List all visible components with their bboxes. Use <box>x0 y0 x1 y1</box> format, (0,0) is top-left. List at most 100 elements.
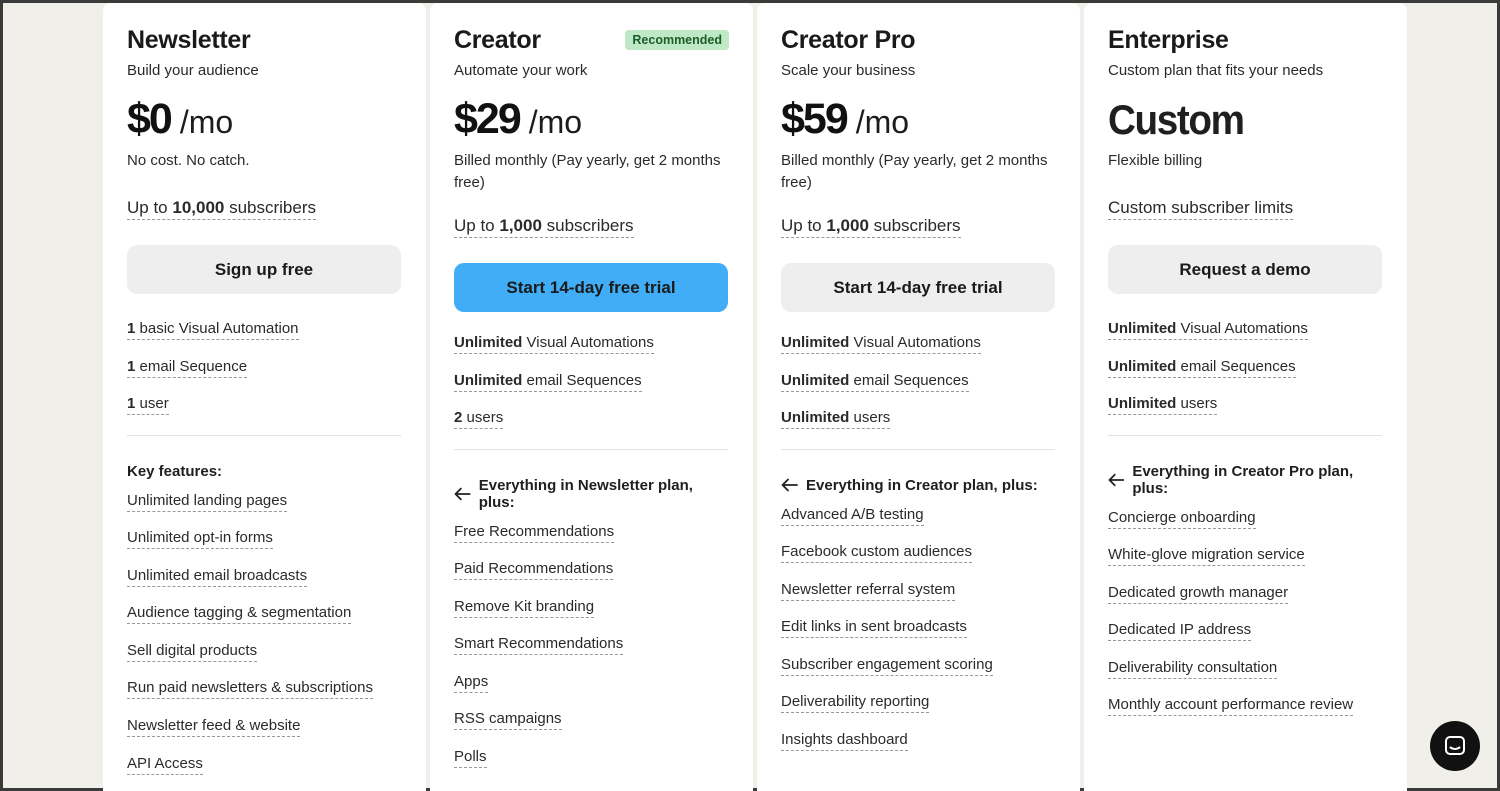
arrow-left-icon <box>1108 473 1125 486</box>
limit-item[interactable]: 1 basic Visual Automation <box>127 320 402 358</box>
feature-item[interactable]: Smart Recommendations <box>454 635 729 673</box>
feature-item[interactable]: Advanced A/B testing <box>781 505 1056 544</box>
feature-text: Edit links in sent broadcasts <box>781 618 967 639</box>
feature-item[interactable]: RSS campaigns <box>454 710 729 748</box>
start-trial-button[interactable]: Start 14-day free trial <box>781 263 1055 312</box>
feature-item[interactable]: Audience tagging & segmentation <box>127 604 402 642</box>
plan-price: Custom <box>1108 96 1245 143</box>
subscriber-limit[interactable]: Up to 1,000 subscribers <box>454 216 634 238</box>
plan-card-enterprise: Enterprise Custom plan that fits your ne… <box>1084 3 1407 791</box>
billing-note: No cost. No catch. <box>127 152 250 169</box>
subscriber-limit[interactable]: Custom subscriber limits <box>1108 198 1294 220</box>
feature-item[interactable]: Unlimited email broadcasts <box>127 566 402 605</box>
limit-text: Visual Automations <box>849 334 981 351</box>
divider <box>127 434 401 436</box>
limit-item[interactable]: Unlimited email Sequences <box>454 371 729 410</box>
limit-bold: Unlimited <box>781 371 850 389</box>
feature-item[interactable]: Monthly account performance review <box>1108 696 1383 734</box>
plan-tagline: Custom plan that fits your needs <box>1108 62 1324 79</box>
limit-text: basic Visual Automation <box>135 320 299 337</box>
chat-launcher-button[interactable] <box>1430 721 1480 771</box>
plan-tagline: Automate your work <box>454 62 588 79</box>
feature-item[interactable]: Facebook custom audiences <box>781 543 1056 581</box>
limit-item[interactable]: Unlimited Visual Automations <box>1108 320 1383 358</box>
arrow-left-icon <box>454 487 471 500</box>
feature-item[interactable]: Subscriber engagement scoring <box>781 655 1056 694</box>
limit-bold: Unlimited <box>454 334 523 351</box>
limit-text: email Sequence <box>135 357 248 375</box>
subscriber-limit[interactable]: Up to 1,000 subscribers <box>781 216 961 238</box>
feature-text: Subscriber engagement scoring <box>781 655 993 676</box>
feature-item[interactable]: Unlimited landing pages <box>127 491 402 530</box>
feature-text: Paid Recommendations <box>454 560 614 581</box>
limit-item[interactable]: 1 email Sequence <box>127 357 402 396</box>
limit-item[interactable]: Unlimited Visual Automations <box>781 334 1056 372</box>
sign-up-free-button[interactable]: Sign up free <box>127 245 401 294</box>
feature-text: Polls <box>454 748 487 769</box>
feature-item[interactable]: Concierge onboarding <box>1108 508 1383 547</box>
feature-text: Facebook custom audiences <box>781 543 972 564</box>
limit-bold: Unlimited <box>781 409 850 426</box>
request-demo-button[interactable]: Request a demo <box>1108 245 1382 294</box>
limit-bold: Unlimited <box>781 334 850 351</box>
limit-item[interactable]: 2 users <box>454 409 729 447</box>
subscriber-limit[interactable]: Up to 10,000 subscribers <box>127 198 316 220</box>
feature-text: RSS campaigns <box>454 710 562 731</box>
feature-item[interactable]: Sell digital products <box>127 641 402 680</box>
feature-item[interactable]: Free Recommendations <box>454 522 729 561</box>
feature-item[interactable]: Edit links in sent broadcasts <box>781 618 1056 656</box>
billing-note: Billed monthly (Pay yearly, get 2 months… <box>454 152 721 191</box>
subscriber-limit-suffix: subscribers <box>541 216 634 235</box>
billing-note: Flexible billing <box>1108 152 1203 169</box>
limit-item[interactable]: Unlimited email Sequences <box>1108 357 1383 396</box>
limit-item[interactable]: Unlimited users <box>1108 395 1383 433</box>
limit-item[interactable]: Unlimited users <box>781 409 1056 447</box>
feature-item[interactable]: Newsletter feed & website <box>127 717 402 755</box>
limit-item[interactable]: Unlimited Visual Automations <box>454 334 729 372</box>
feature-item[interactable]: Dedicated growth manager <box>1108 583 1383 622</box>
feature-text: Dedicated growth manager <box>1108 583 1289 604</box>
limit-text: email Sequences <box>1176 357 1296 375</box>
feature-item[interactable]: Insights dashboard <box>781 731 1056 769</box>
feature-text: Run paid newsletters & subscriptions <box>127 679 373 700</box>
feature-item[interactable]: Unlimited opt-in forms <box>127 529 402 567</box>
feature-text: Newsletter feed & website <box>127 717 301 738</box>
divider <box>781 448 1055 450</box>
features-heading: Everything in Creator Pro plan, plus: <box>1108 463 1383 497</box>
feature-item[interactable]: Deliverability reporting <box>781 693 1056 731</box>
feature-item[interactable]: Polls <box>454 748 729 786</box>
subscriber-limit-prefix: Up to <box>127 198 173 217</box>
feature-item[interactable]: Remove Kit branding <box>454 597 729 636</box>
feature-item[interactable]: API Access <box>127 754 402 791</box>
feature-text: Advanced A/B testing <box>781 505 924 526</box>
feature-item[interactable]: Deliverability consultation <box>1108 658 1383 697</box>
limit-text: user <box>135 395 169 412</box>
limit-item[interactable]: 1 user <box>127 395 402 433</box>
plan-card-creator-pro: Creator Pro Scale your business $59 /mo … <box>757 3 1080 791</box>
limit-bold: Unlimited <box>454 371 523 389</box>
feature-item[interactable]: Run paid newsletters & subscriptions <box>127 679 402 717</box>
feature-item[interactable]: Paid Recommendations <box>454 560 729 598</box>
plan-price: $29 <box>454 95 522 143</box>
divider <box>1108 434 1382 436</box>
plan-name: Creator <box>454 26 541 54</box>
plan-name: Newsletter <box>127 26 251 54</box>
features-heading: Key features: <box>127 463 402 480</box>
limit-text: users <box>1176 395 1218 412</box>
feature-item[interactable]: Dedicated IP address <box>1108 621 1383 659</box>
plan-card-creator: Creator Recommended Automate your work $… <box>430 3 753 791</box>
divider <box>454 448 728 450</box>
feature-text: Monthly account performance review <box>1108 696 1354 717</box>
start-trial-button[interactable]: Start 14-day free trial <box>454 263 728 312</box>
feature-text: Sell digital products <box>127 641 258 662</box>
feature-item[interactable]: White-glove migration service <box>1108 546 1383 584</box>
features-heading-text: Key features: <box>127 462 223 480</box>
subscriber-limit-suffix: subscribers <box>224 198 316 217</box>
feature-item[interactable]: Apps <box>454 672 729 711</box>
feature-text: Dedicated IP address <box>1108 621 1252 642</box>
features-heading: Everything in Creator plan, plus: <box>781 477 1056 494</box>
feature-item[interactable]: Newsletter referral system <box>781 580 1056 619</box>
feature-text: Free Recommendations <box>454 522 615 543</box>
plan-name: Enterprise <box>1108 26 1229 54</box>
limit-item[interactable]: Unlimited email Sequences <box>781 371 1056 410</box>
